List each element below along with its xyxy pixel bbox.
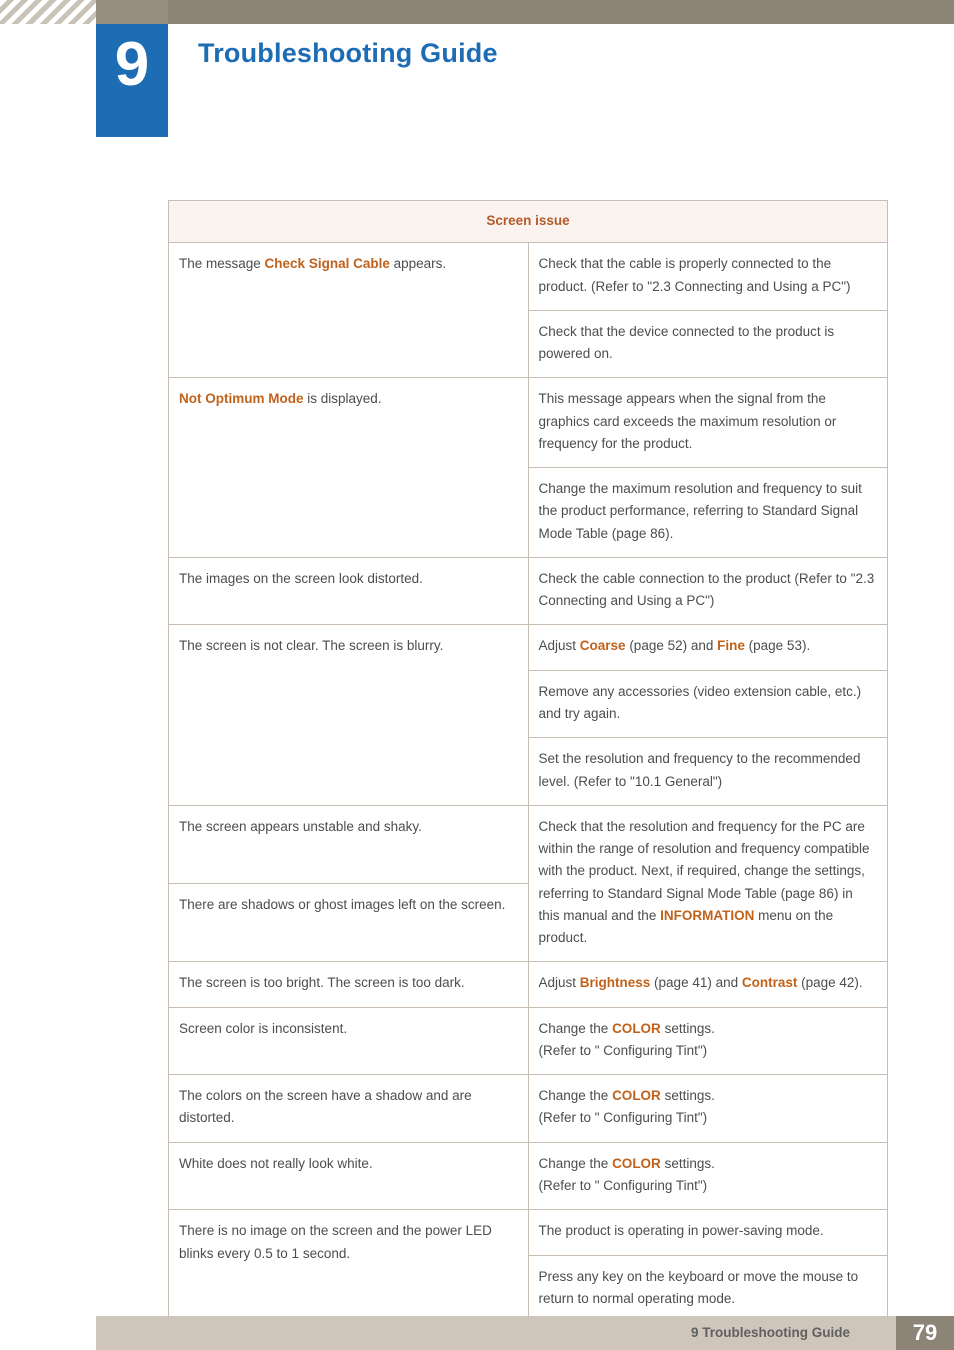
troubleshooting-table-container: Screen issue The message Check Signal Ca… xyxy=(168,199,888,1324)
issue-text-highlight: Check Signal Cable xyxy=(264,256,390,272)
table-row: Screen color is inconsistent. Change the… xyxy=(168,1006,888,1076)
table-row: The colors on the screen have a shadow a… xyxy=(168,1074,888,1143)
solution-text-highlight: Brightness xyxy=(579,975,651,991)
issue-cell: Screen color is inconsistent. xyxy=(168,1006,529,1076)
page-footer: 9 Troubleshooting Guide 79 xyxy=(96,1316,954,1350)
solution-cell: Check that the cable is properly connect… xyxy=(527,242,888,311)
table-row: The message Check Signal Cable appears. … xyxy=(168,242,888,379)
table-row: The screen is too bright. The screen is … xyxy=(168,961,888,1008)
solution-cell: Change the COLOR settings. (Refer to " C… xyxy=(527,1141,888,1211)
solution-cell: Change the COLOR settings. (Refer to " C… xyxy=(527,1074,888,1143)
table-row: Not Optimum Mode is displayed. This mess… xyxy=(168,377,888,558)
page-title: Troubleshooting Guide xyxy=(198,38,498,68)
solution-text-highlight: COLOR xyxy=(612,1020,661,1036)
issue-cell: The screen is not clear. The screen is b… xyxy=(168,624,529,806)
solution-text-highlight: Coarse xyxy=(579,638,626,654)
solution-text-prefix: Adjust xyxy=(538,975,580,991)
table-row: The screen is not clear. The screen is b… xyxy=(168,624,888,806)
solution-text-highlight: COLOR xyxy=(612,1088,661,1104)
issue-cell: The images on the screen look distorted. xyxy=(168,556,529,626)
solution-cell: Set the resolution and frequency to the … xyxy=(527,737,888,806)
issue-text-suffix: is displayed. xyxy=(303,391,382,407)
solution-text-highlight: COLOR xyxy=(612,1155,661,1171)
solution-text-highlight-2: Contrast xyxy=(741,975,798,991)
solution-cell: This message appears when the signal fro… xyxy=(527,377,888,469)
solution-text-prefix: Change the xyxy=(538,1088,613,1104)
footer-page-number: 79 xyxy=(896,1316,954,1350)
solution-text-suffix: (page 53). xyxy=(744,638,811,654)
solution-cell: Check that the device connected to the p… xyxy=(527,309,888,379)
solution-cell: The product is operating in power-saving… xyxy=(527,1209,888,1256)
solution-cell: Change the maximum resolution and freque… xyxy=(527,467,888,558)
solution-cell: Check the cable connection to the produc… xyxy=(527,556,888,626)
solution-text-mid: (page 41) and xyxy=(650,975,742,991)
table-row: White does not really look white. Change… xyxy=(168,1141,888,1211)
issue-cell: White does not really look white. xyxy=(168,1141,529,1211)
page-header-bar xyxy=(0,0,954,24)
solution-cell: Adjust Coarse (page 52) and Fine (page 5… xyxy=(527,624,888,671)
header-bar-dark xyxy=(168,0,954,24)
table-header-screen-issue: Screen issue xyxy=(168,199,888,244)
issue-cell: The message Check Signal Cable appears. xyxy=(168,242,529,379)
solution-cell: Check that the resolution and frequency … xyxy=(527,804,888,963)
table-row: The images on the screen look distorted.… xyxy=(168,556,888,626)
table-header-row: Screen issue xyxy=(168,199,888,244)
table-row: The screen appears unstable and shaky. C… xyxy=(168,804,888,963)
solution-text-mid: (page 52) and xyxy=(625,638,718,654)
solution-text-highlight: INFORMATION xyxy=(660,907,755,923)
solution-text-suffix: (page 42). xyxy=(797,975,863,991)
issue-cell: There are shadows or ghost images left o… xyxy=(168,883,529,963)
solution-cell: Remove any accessories (video extension … xyxy=(527,669,888,739)
issue-cell: The screen is too bright. The screen is … xyxy=(168,961,529,1008)
solution-text-prefix: Adjust xyxy=(538,638,580,654)
issue-text-highlight: Not Optimum Mode xyxy=(179,391,304,407)
header-hatch-pattern xyxy=(0,0,96,24)
troubleshooting-table: Screen issue The message Check Signal Ca… xyxy=(168,199,888,1324)
issue-cell: There is no image on the screen and the … xyxy=(168,1209,529,1324)
issue-text-suffix: appears. xyxy=(389,256,447,272)
solution-cell: Adjust Brightness (page 41) and Contrast… xyxy=(527,961,888,1008)
issue-cell: Not Optimum Mode is displayed. xyxy=(168,377,529,558)
solution-text-prefix: Change the xyxy=(538,1020,613,1036)
issue-cell: The colors on the screen have a shadow a… xyxy=(168,1074,529,1143)
issue-text-prefix: The message xyxy=(179,256,265,272)
footer-chapter-label: 9 Troubleshooting Guide xyxy=(690,1325,850,1340)
solution-text-prefix: Change the xyxy=(538,1155,613,1171)
issue-cell: The screen appears unstable and shaky. xyxy=(168,804,529,885)
solution-text-highlight-2: Fine xyxy=(717,638,745,654)
solution-cell: Change the COLOR settings. (Refer to " C… xyxy=(527,1006,888,1076)
table-row: There is no image on the screen and the … xyxy=(168,1209,888,1324)
chapter-number-badge: 9 xyxy=(96,24,168,137)
solution-cell: Press any key on the keyboard or move th… xyxy=(527,1254,888,1324)
